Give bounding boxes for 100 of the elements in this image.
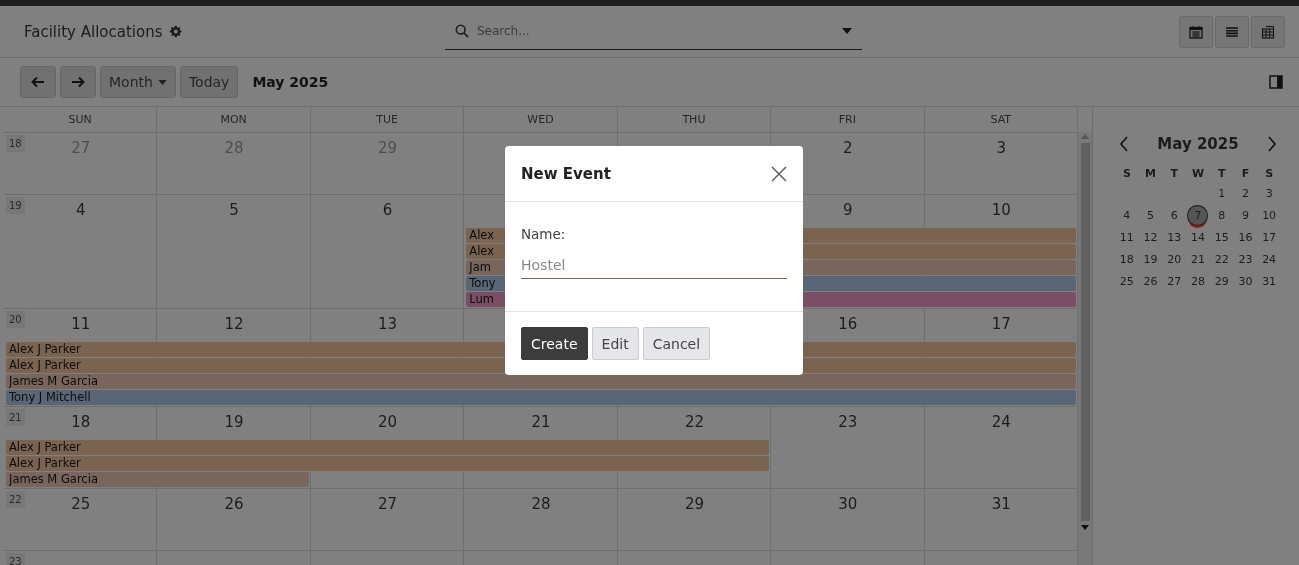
- mini-calendar-day[interactable]: 12: [1140, 229, 1162, 246]
- day-number[interactable]: 18: [71, 413, 91, 433]
- mini-calendar-day[interactable]: 11: [1116, 229, 1138, 246]
- event-bar[interactable]: [6, 390, 158, 405]
- mini-calendar-day[interactable]: 22: [1211, 251, 1233, 268]
- weekday-letter: W: [1190, 167, 1206, 180]
- settings-icon[interactable]: [169, 25, 183, 38]
- dialog-button[interactable]: Cancel: [642, 327, 711, 360]
- mini-calendar-day[interactable]: 17: [1258, 229, 1280, 246]
- day-number[interactable]: 31: [991, 495, 1011, 515]
- mini-calendar-day[interactable]: 16: [1234, 229, 1256, 246]
- day-number[interactable]: 3: [996, 139, 1007, 159]
- week-number: 20: [6, 311, 25, 328]
- day-number[interactable]: 20: [378, 413, 398, 433]
- mini-calendar-day[interactable]: 30: [1234, 273, 1256, 290]
- day-number[interactable]: 12: [224, 315, 244, 335]
- mini-calendar-day[interactable]: 18: [1116, 251, 1138, 268]
- mini-calendar-day[interactable]: 28: [1187, 273, 1209, 290]
- caret-icon[interactable]: [842, 28, 852, 34]
- day-number[interactable]: 9: [843, 201, 853, 221]
- event-title[interactable]: Lum: [469, 292, 494, 307]
- mini-calendar-day[interactable]: 26: [1140, 273, 1162, 290]
- day-number[interactable]: 22: [684, 413, 704, 433]
- event-title[interactable]: Tony J Mitchell: [9, 390, 91, 405]
- mini-calendar-day[interactable]: 31: [1258, 273, 1280, 290]
- weekday-letter: S: [1264, 167, 1275, 180]
- day-number[interactable]: 26: [224, 495, 244, 515]
- day-number[interactable]: 29: [684, 495, 704, 515]
- mini-calendar-day[interactable]: 15: [1211, 229, 1233, 246]
- mini-calendar-day[interactable]: 1: [1211, 185, 1233, 202]
- event-bar[interactable]: [6, 472, 158, 487]
- event-bar[interactable]: [6, 342, 158, 357]
- day-number[interactable]: 16: [838, 315, 858, 335]
- month-dropdown[interactable]: Month: [100, 66, 176, 98]
- day-number[interactable]: 17: [991, 315, 1011, 335]
- event-title[interactable]: Alex J Parker: [9, 342, 81, 357]
- close-icon[interactable]: [771, 165, 787, 182]
- event-title[interactable]: James M Garcia: [9, 472, 98, 487]
- mini-calendar-day[interactable]: 29: [1211, 273, 1233, 290]
- day-number[interactable]: 10: [991, 201, 1011, 221]
- event-title[interactable]: Alex: [469, 244, 495, 259]
- day-number[interactable]: 5: [229, 201, 239, 221]
- scrollbar[interactable]: [1078, 132, 1092, 565]
- event-title[interactable]: Alex J Parker: [9, 440, 81, 455]
- day-number[interactable]: 28: [531, 495, 551, 515]
- create-button[interactable]: Create: [521, 327, 588, 360]
- scroll-up-icon[interactable]: [1081, 134, 1089, 139]
- previous-button[interactable]: [20, 66, 56, 98]
- day-number[interactable]: 23: [838, 413, 858, 433]
- list-view-button[interactable]: [1215, 15, 1249, 48]
- event-title[interactable]: Tony: [469, 276, 496, 291]
- weekday-header: TUE: [310, 107, 465, 132]
- grid-view-button[interactable]: [1251, 15, 1285, 48]
- mini-calendar-day[interactable]: 14: [1187, 229, 1209, 246]
- day-number[interactable]: 19: [224, 413, 244, 433]
- day-number[interactable]: 21: [531, 413, 551, 433]
- today-button[interactable]: Today: [179, 66, 239, 98]
- mini-calendar-day[interactable]: 4: [1116, 207, 1138, 224]
- mini-calendar-day[interactable]: 10: [1258, 207, 1280, 224]
- mini-calendar-day[interactable]: 23: [1234, 251, 1256, 268]
- day-number[interactable]: 6: [382, 201, 393, 221]
- mini-calendar-day[interactable]: 19: [1140, 251, 1162, 268]
- event-title[interactable]: Jam: [469, 260, 491, 275]
- day-number[interactable]: 27: [378, 495, 398, 515]
- mini-calendar-day[interactable]: 9: [1234, 207, 1256, 224]
- mini-calendar-day[interactable]: 27: [1163, 273, 1185, 290]
- next-month-icon[interactable]: [1267, 136, 1277, 152]
- event-bar[interactable]: [6, 374, 158, 389]
- event-title[interactable]: Alex J Parker: [9, 456, 81, 471]
- mini-calendar-day[interactable]: 8: [1211, 207, 1233, 224]
- mini-calendar-day[interactable]: 7: [1187, 205, 1209, 226]
- day-number[interactable]: 2: [843, 139, 853, 159]
- scroll-down-icon[interactable]: [1081, 525, 1089, 530]
- dialog-button[interactable]: Edit: [591, 327, 639, 360]
- sidebar-toggle-icon[interactable]: [1269, 75, 1283, 89]
- mini-calendar-day[interactable]: 5: [1140, 207, 1162, 224]
- mini-calendar-day[interactable]: 21: [1187, 251, 1209, 268]
- day-number[interactable]: 4: [75, 201, 86, 221]
- mini-calendar-day[interactable]: 20: [1163, 251, 1185, 268]
- mini-calendar-day[interactable]: 6: [1163, 207, 1185, 224]
- mini-calendar-day[interactable]: 3: [1258, 185, 1280, 202]
- day-number[interactable]: 25: [71, 495, 91, 515]
- day-number[interactable]: 11: [71, 315, 91, 335]
- mini-calendar-day[interactable]: 24: [1258, 251, 1280, 268]
- day-number[interactable]: 13: [378, 315, 398, 335]
- event-title[interactable]: Alex: [469, 228, 495, 243]
- event-title[interactable]: James M Garcia: [9, 374, 98, 389]
- event-bar[interactable]: [6, 456, 158, 471]
- event-bar[interactable]: [6, 440, 158, 455]
- calendar-view-button[interactable]: [1179, 15, 1213, 48]
- next-button[interactable]: [60, 66, 96, 98]
- mini-calendar-day[interactable]: 13: [1163, 229, 1185, 246]
- day-number[interactable]: 30: [838, 495, 858, 515]
- previous-month-icon[interactable]: [1119, 136, 1129, 152]
- event-bar[interactable]: [6, 358, 158, 373]
- event-title[interactable]: Alex J Parker: [9, 358, 81, 373]
- day-number[interactable]: 24: [991, 413, 1011, 433]
- mini-calendar-day[interactable]: 25: [1116, 273, 1138, 290]
- mini-calendar-day[interactable]: 2: [1234, 185, 1256, 202]
- search-field[interactable]: Search...: [477, 21, 834, 41]
